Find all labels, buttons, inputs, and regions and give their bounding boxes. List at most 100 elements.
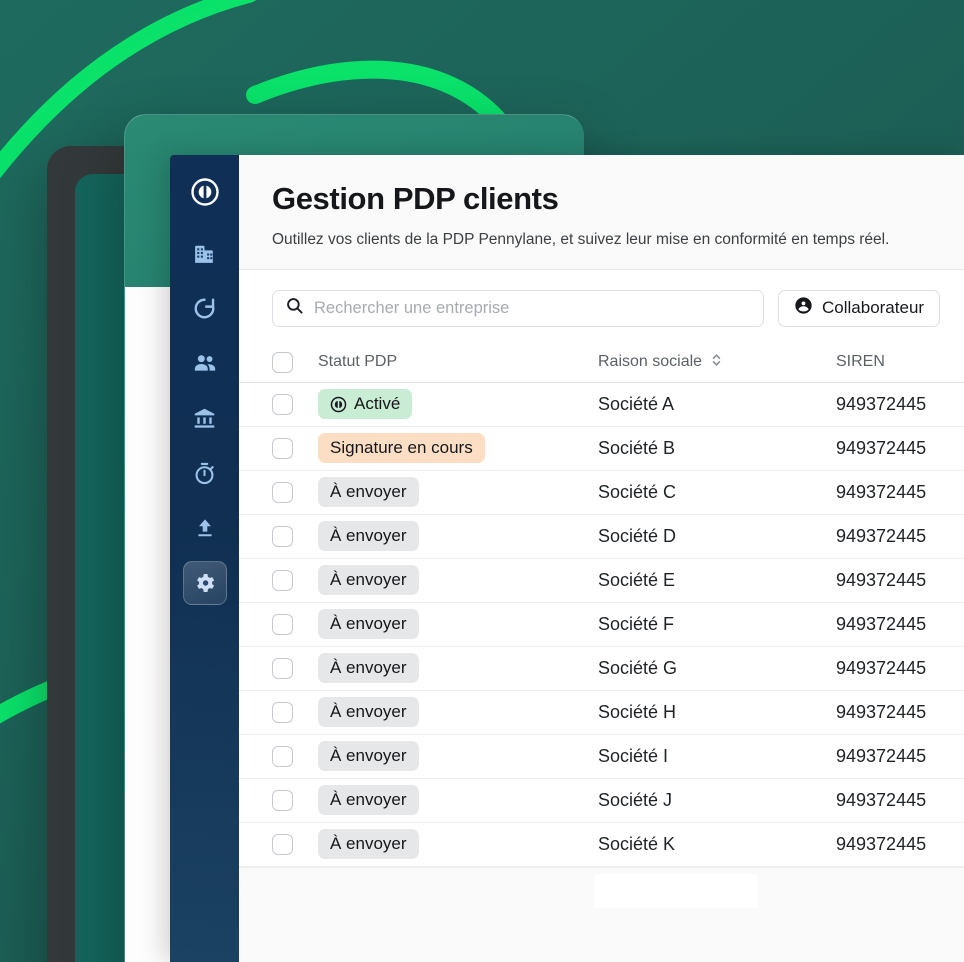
status-badge-label: À envoyer [330, 702, 407, 722]
status-badge: À envoyer [318, 697, 419, 728]
company-name: Société J [598, 789, 673, 810]
row-siren-cell: 949372445 [836, 834, 964, 855]
row-siren-cell: 949372445 [836, 526, 964, 547]
row-status-cell: À envoyer [318, 565, 598, 596]
status-badge-label: À envoyer [330, 526, 407, 546]
page-header: Gestion PDP clients Outillez vos clients… [239, 155, 964, 270]
status-badge: À envoyer [318, 785, 419, 816]
table-row[interactable]: À envoyer Société K 949372445 [239, 823, 964, 867]
column-header-siren-label: SIREN [836, 353, 885, 371]
pennylane-logo-icon [330, 396, 347, 413]
company-siren: 949372445 [836, 745, 927, 766]
column-header-name-label: Raison sociale [598, 353, 703, 371]
company-name: Société G [598, 657, 678, 678]
collaborateur-button[interactable]: Collaborateur [778, 289, 941, 327]
row-checkbox[interactable] [272, 745, 293, 767]
row-checkbox[interactable] [272, 613, 293, 635]
sidebar-item-settings[interactable] [182, 561, 227, 605]
row-status-cell: À envoyer [318, 741, 598, 772]
footer-widget-placeholder [594, 873, 758, 908]
status-badge: À envoyer [318, 741, 419, 772]
bank-icon [192, 406, 217, 431]
table-row[interactable]: À envoyer Société H 949372445 [239, 691, 964, 735]
company-name: Société H [598, 701, 677, 722]
status-badge-label: Activé [354, 394, 401, 414]
row-siren-cell: 949372445 [836, 790, 964, 811]
row-checkbox[interactable] [272, 701, 293, 723]
row-status-cell: À envoyer [318, 609, 598, 640]
column-header-name[interactable]: Raison sociale [598, 352, 836, 373]
row-checkbox[interactable] [272, 437, 293, 459]
row-checkbox[interactable] [272, 833, 293, 855]
table-row[interactable]: À envoyer Société I 949372445 [239, 735, 964, 779]
company-siren: 949372445 [836, 701, 927, 722]
sidebar-item-sync[interactable] [183, 286, 227, 330]
table-row[interactable]: À envoyer Société C 949372445 [239, 471, 964, 515]
upload-icon [193, 516, 217, 540]
status-badge: À envoyer [318, 829, 419, 860]
company-siren: 949372445 [836, 833, 927, 854]
row-name-cell: Société C [598, 482, 836, 503]
people-icon [192, 350, 218, 376]
select-all-cell [272, 351, 318, 373]
sidebar-nav [170, 155, 239, 962]
search-input[interactable] [314, 298, 751, 318]
table-row[interactable]: Activé Société A 949372445 [239, 383, 964, 427]
table-row[interactable]: À envoyer Société J 949372445 [239, 779, 964, 823]
status-badge-label: Signature en cours [330, 438, 473, 458]
row-checkbox[interactable] [272, 657, 293, 679]
sidebar-item-companies[interactable] [183, 231, 227, 275]
collaborateur-button-label: Collaborateur [822, 298, 925, 318]
sidebar-item-logo[interactable] [183, 170, 227, 214]
table-row[interactable]: À envoyer Société G 949372445 [239, 647, 964, 691]
row-name-cell: Société B [598, 438, 836, 459]
status-badge-label: À envoyer [330, 482, 407, 502]
row-checkbox[interactable] [272, 481, 293, 503]
row-checkbox[interactable] [272, 393, 293, 415]
row-name-cell: Société A [598, 394, 836, 415]
table-row[interactable]: Signature en cours Société B 949372445 [239, 427, 964, 471]
sidebar-item-bank[interactable] [183, 396, 227, 440]
row-siren-cell: 949372445 [836, 746, 964, 767]
status-badge: À envoyer [318, 609, 419, 640]
sidebar-item-time-tracking[interactable] [183, 451, 227, 495]
row-siren-cell: 949372445 [836, 438, 964, 459]
company-name: Société E [598, 569, 676, 590]
gear-icon [193, 571, 217, 595]
search-icon [285, 296, 304, 320]
stopwatch-icon [192, 461, 217, 486]
sidebar-item-import[interactable] [183, 506, 227, 550]
row-status-cell: Activé [318, 389, 598, 420]
row-status-cell: À envoyer [318, 477, 598, 508]
row-checkbox[interactable] [272, 525, 293, 547]
page-subtitle: Outillez vos clients de la PDP Pennylane… [272, 230, 890, 248]
row-name-cell: Société H [598, 702, 836, 723]
select-all-checkbox[interactable] [272, 351, 293, 373]
row-siren-cell: 949372445 [836, 614, 964, 635]
table-row[interactable]: À envoyer Société F 949372445 [239, 603, 964, 647]
status-badge-label: À envoyer [330, 834, 407, 854]
status-badge: À envoyer [318, 565, 419, 596]
table-row[interactable]: À envoyer Société D 949372445 [239, 515, 964, 559]
status-badge: À envoyer [318, 521, 419, 552]
main-content: Gestion PDP clients Outillez vos clients… [239, 155, 964, 962]
row-name-cell: Société D [598, 526, 836, 547]
sort-chevrons-icon[interactable] [711, 352, 722, 373]
row-select-cell [272, 789, 318, 811]
clients-table: Statut PDP Raison sociale SIREN Activé S… [239, 342, 964, 962]
row-select-cell [272, 657, 318, 679]
row-name-cell: Société K [598, 834, 836, 855]
row-checkbox[interactable] [272, 789, 293, 811]
search-box[interactable] [272, 289, 764, 327]
status-badge-label: À envoyer [330, 614, 407, 634]
status-badge-label: À envoyer [330, 658, 407, 678]
table-row[interactable]: À envoyer Société E 949372445 [239, 559, 964, 603]
row-name-cell: Société I [598, 746, 836, 767]
row-checkbox[interactable] [272, 569, 293, 591]
column-header-status: Statut PDP [318, 353, 598, 371]
toolbar: Collaborateur [239, 269, 964, 343]
row-status-cell: À envoyer [318, 521, 598, 552]
sidebar-item-clients[interactable] [183, 341, 227, 385]
company-siren: 949372445 [836, 481, 927, 502]
status-badge-label: À envoyer [330, 746, 407, 766]
